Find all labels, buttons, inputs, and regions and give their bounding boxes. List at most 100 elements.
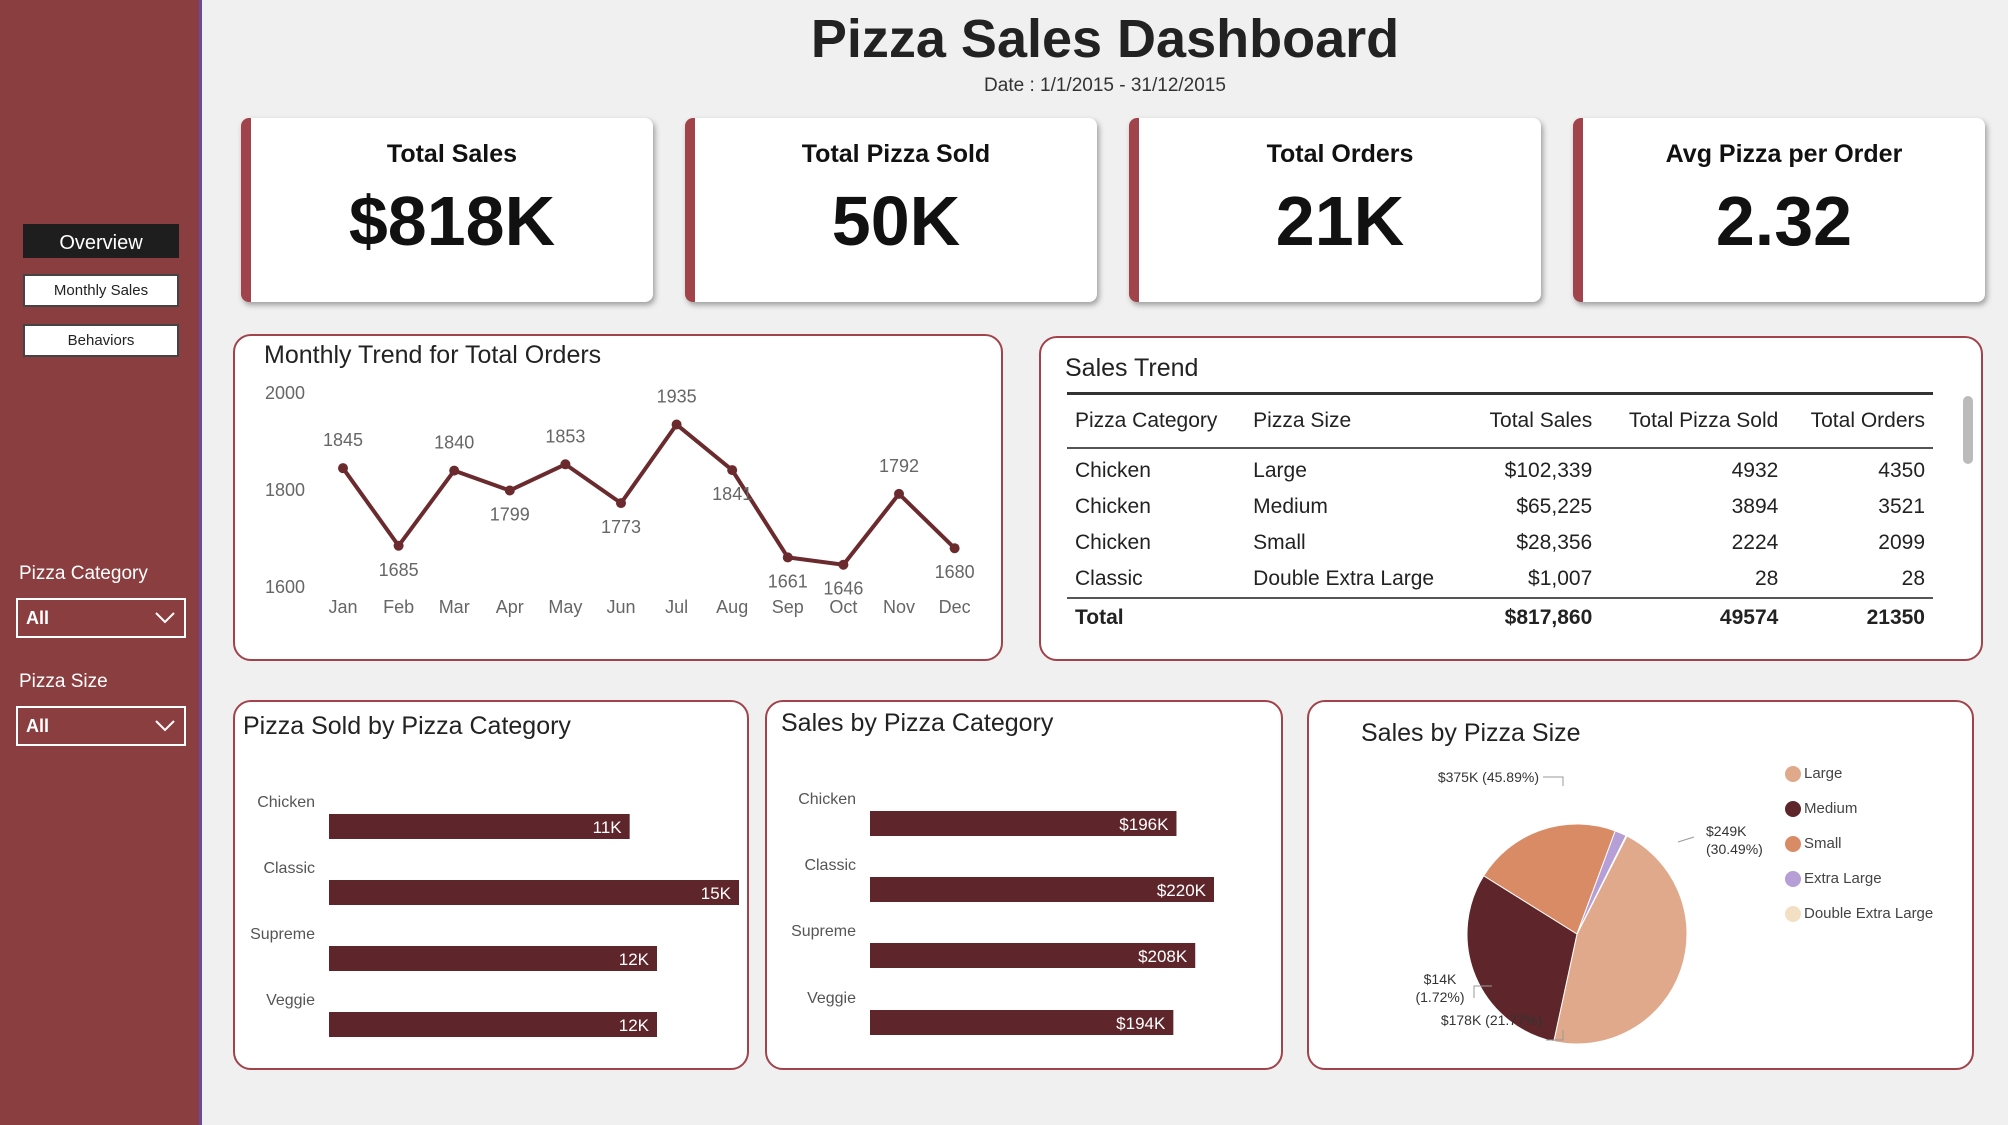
- x-tick-label: Jul: [665, 597, 688, 617]
- bar-value-label: $196K: [1119, 815, 1169, 834]
- legend-swatch: [1785, 800, 1801, 817]
- table-cell: Total: [1067, 597, 1246, 636]
- legend-item-medium[interactable]: Medium: [1785, 791, 1933, 826]
- table-cell: 2099: [1878, 531, 1925, 554]
- column-header[interactable]: Pizza Size: [1245, 392, 1467, 449]
- sales-trend-table: Pizza Category Pizza Size Total Sales To…: [1067, 392, 1933, 636]
- data-label: 1841: [712, 484, 752, 504]
- table-cell: 28: [1901, 567, 1925, 590]
- table-cell: $65,225: [1516, 495, 1593, 518]
- nav-monthly-sales-button[interactable]: Monthly Sales: [23, 274, 179, 307]
- legend-item-large[interactable]: Large: [1785, 756, 1933, 791]
- category-label: Supreme: [791, 923, 856, 940]
- table-cell: Medium: [1253, 495, 1328, 518]
- bar: [329, 880, 739, 905]
- monthly-trend-card: Monthly Trend for Total Orders 1600 1800 2…: [233, 334, 1003, 661]
- sales-trend-title: Sales Trend: [1065, 354, 1199, 382]
- data-label: 1840: [434, 433, 474, 453]
- chevron-down-icon: [154, 606, 176, 633]
- pizza-sold-bar-chart: Chicken 11K Classic 15K Supreme 12K Veggie 12K: [250, 794, 739, 1037]
- bar-value-label: 12K: [619, 1016, 650, 1035]
- slice-label: $375K (45.89%): [1438, 769, 1539, 785]
- bar-value-label: $194K: [1116, 1014, 1166, 1033]
- pizza-size-select[interactable]: All: [16, 706, 186, 746]
- bar: [329, 814, 630, 839]
- legend-swatch: [1785, 905, 1801, 922]
- kpi-value: $818K: [348, 182, 556, 260]
- table-cell: 49574: [1600, 597, 1787, 636]
- category-label: Classic: [263, 860, 315, 877]
- pizza-category-select[interactable]: All: [16, 598, 186, 638]
- x-tick-label: May: [548, 597, 582, 617]
- data-point: [449, 465, 460, 476]
- pizza-category-select-value: All: [26, 608, 50, 628]
- legend-item-small[interactable]: Small: [1785, 826, 1933, 861]
- legend-item-extra-large[interactable]: Extra Large: [1785, 861, 1933, 896]
- bar: [329, 946, 657, 971]
- x-tick-label: Nov: [883, 597, 915, 617]
- table-cell: Large: [1253, 459, 1307, 482]
- bar-value-label: 15K: [701, 884, 732, 903]
- table-cell: [1245, 597, 1467, 636]
- table-cell: $1,007: [1528, 567, 1593, 590]
- data-label: 1685: [379, 560, 419, 580]
- nav-behaviors-button[interactable]: Behaviors: [23, 324, 179, 357]
- x-tick-label: Mar: [439, 597, 470, 617]
- slice-label: $178K (21.77%): [1441, 1012, 1542, 1028]
- table-row: Chicken Large $102,339 4932 4350: [1067, 453, 1933, 489]
- table-cell: 21350: [1786, 597, 1933, 636]
- data-point: [616, 498, 626, 509]
- sales-trend-card: Sales Trend Pizza Category Pizza Size To…: [1039, 336, 1983, 661]
- category-label: Veggie: [807, 990, 856, 1007]
- slice-label: (1.72%): [1415, 989, 1464, 1005]
- column-header[interactable]: Total Sales: [1466, 392, 1601, 449]
- legend-swatch: [1785, 765, 1801, 782]
- column-header[interactable]: Total Pizza Sold: [1600, 392, 1787, 449]
- kpi-label: Avg Pizza per Order: [1665, 140, 1903, 168]
- column-header[interactable]: Pizza Category: [1067, 392, 1246, 449]
- nav-overview-button[interactable]: Overview: [23, 224, 179, 258]
- kpi-total-sales: Total Sales $818K: [241, 118, 653, 302]
- pie-legend: Large Medium Small Extra Large Double Ex…: [1785, 756, 1933, 931]
- sales-by-size-card: Sales by Pizza Size $375K (45.89%) $249K(…: [1307, 700, 1974, 1070]
- data-label: 1773: [601, 517, 641, 537]
- legend-item-double-extra-large[interactable]: Double Extra Large: [1785, 896, 1933, 931]
- pizza-size-select-value: All: [26, 716, 50, 736]
- table-cell: Small: [1253, 531, 1306, 554]
- legend-label: Small: [1804, 835, 1842, 852]
- leader-line: [1543, 776, 1564, 786]
- y-tick-label: 2000: [265, 383, 305, 403]
- table-cell: Double Extra Large: [1253, 567, 1435, 590]
- table-cell: Classic: [1075, 567, 1143, 590]
- slice-label: $249K: [1706, 823, 1747, 839]
- data-label: 1661: [768, 571, 808, 591]
- table-cell: $817,860: [1466, 597, 1601, 636]
- table-scrollbar[interactable]: [1963, 396, 1973, 464]
- legend-swatch: [1785, 835, 1801, 852]
- sales-by-category-card: Sales by Pizza Category Chicken $196K Clas…: [765, 700, 1283, 1070]
- page-title: Pizza Sales Dashboard: [810, 9, 1400, 69]
- x-tick-label: Oct: [829, 597, 857, 617]
- kpi-label: Total Orders: [1266, 140, 1414, 168]
- table-cell: 3521: [1878, 495, 1925, 518]
- bar-value-label: $208K: [1138, 947, 1188, 966]
- data-point: [393, 540, 404, 551]
- bar-value-label: 12K: [619, 950, 650, 969]
- category-label: Classic: [804, 857, 856, 874]
- data-point: [838, 559, 849, 570]
- data-point: [338, 463, 348, 474]
- pizza-category-filter-label: Pizza Category: [19, 563, 148, 584]
- slice-label: $14K: [1424, 971, 1457, 987]
- pizza-size-filter-label: Pizza Size: [19, 671, 108, 692]
- data-label: 1680: [935, 562, 975, 582]
- column-header[interactable]: Total Orders: [1786, 392, 1933, 449]
- data-point: [727, 465, 738, 476]
- data-label: 1799: [490, 504, 530, 524]
- pizza-sold-by-category-card: Pizza Sold by Pizza Category Chicken 11K C…: [233, 700, 749, 1070]
- kpi-value: 50K: [831, 182, 961, 260]
- sales-by-category-bar-chart: Chicken $196K Classic $220K Supreme $208K Vegg…: [791, 791, 1214, 1035]
- table-row: Chicken Small $28,356 2224 2099: [1067, 525, 1933, 561]
- kpi-avg-pizza-per-order: Avg Pizza per Order 2.32: [1573, 118, 1985, 302]
- table-cell: Chicken: [1075, 531, 1151, 554]
- kpi-total-pizza-sold: Total Pizza Sold 50K: [685, 118, 1097, 302]
